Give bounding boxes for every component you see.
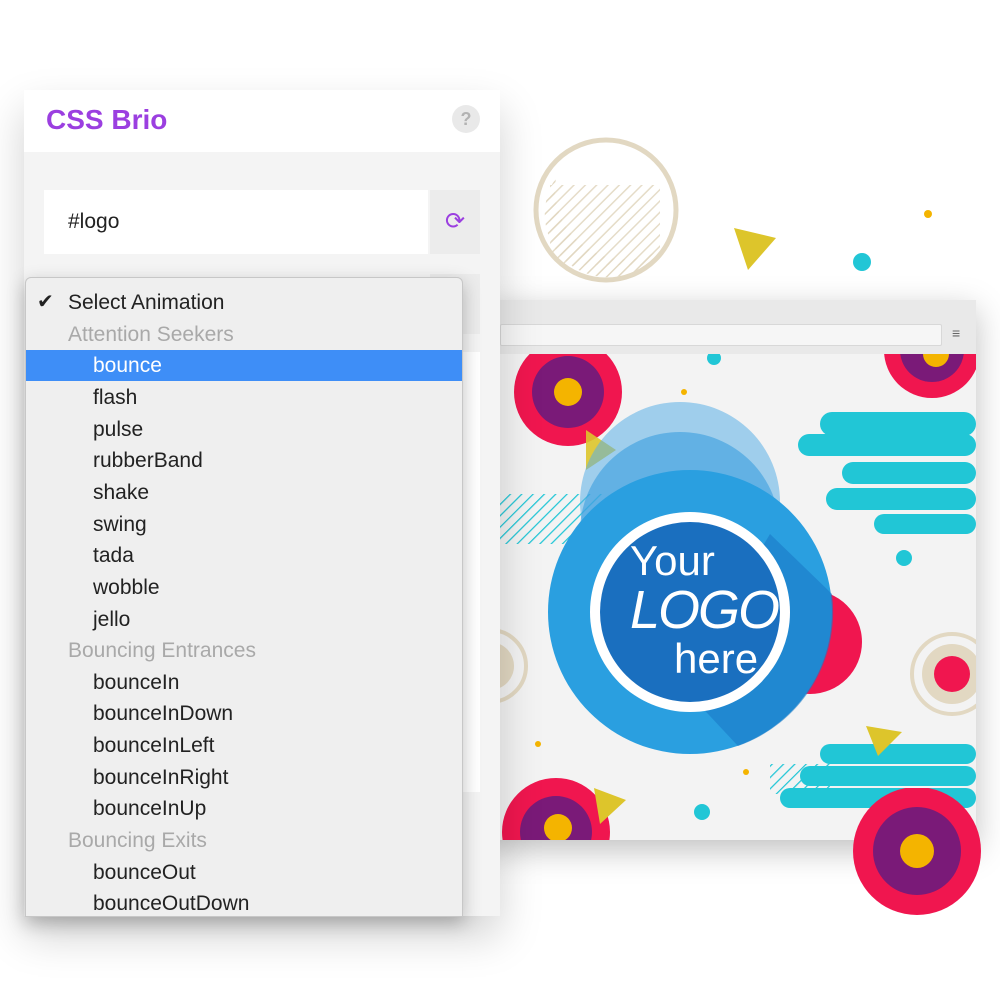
option-bounceindown[interactable]: bounceInDown [26,698,462,729]
beige-ring-right [910,632,976,716]
refresh-icon[interactable]: ⟳ [430,190,480,254]
option-shake[interactable]: shake [26,477,462,508]
option-tada[interactable]: tada [26,540,462,571]
browser-toolbar: ≡ [480,300,976,354]
option-wobble[interactable]: wobble [26,572,462,603]
animation-dropdown[interactable]: ✔ Select Animation Attention Seekers bou… [25,277,463,917]
target-bottom-right [853,788,981,915]
option-bounceinup[interactable]: bounceInUp [26,793,462,824]
help-button[interactable]: ? [452,105,480,133]
option-bounceinright[interactable]: bounceInRight [26,762,462,793]
logo-line-3: here [674,635,759,682]
target-bottom-left [502,778,610,840]
yellow-dot-top [924,210,932,218]
target-top-left [514,354,622,446]
cyan-hatch-bottom [770,764,830,794]
app-title: CSS Brio [46,104,168,135]
yellow-triangle-top [734,228,776,270]
target-top-right [884,354,976,398]
browser-address-bar[interactable] [500,324,942,346]
logo-text: Your LOGO here [630,540,790,680]
option-bounce[interactable]: bounce [26,350,462,381]
selector-input[interactable] [44,190,428,254]
option-flash[interactable]: flash [26,382,462,413]
option-swing[interactable]: swing [26,509,462,540]
option-bounceinleft[interactable]: bounceInLeft [26,730,462,761]
option-pulse[interactable]: pulse [26,414,462,445]
option-rubberband[interactable]: rubberBand [26,445,462,476]
dropdown-selected-option[interactable]: ✔ Select Animation [26,287,462,318]
option-jello[interactable]: jello [26,604,462,635]
hamburger-icon[interactable]: ≡ [952,326,966,340]
option-bounceoutdown[interactable]: bounceOutDown [26,888,462,916]
logo-line-1: Your [630,537,715,584]
optgroup-label: Bouncing Entrances [68,639,256,662]
panel-header: CSS Brio ? [24,90,500,152]
logo-line-2: LOGO [630,580,780,640]
optgroup-label: Bouncing Exits [68,829,207,852]
option-bouncein[interactable]: bounceIn [26,667,462,698]
preview-canvas: Your LOGO here [480,354,976,840]
cyan-streaks-right [798,412,976,534]
cyan-dot-top [853,253,871,271]
optgroup-label: Attention Seekers [68,323,234,346]
browser-preview: ≡ Your LOGO here [480,300,976,840]
option-bounceout[interactable]: bounceOut [26,857,462,888]
checkmark-icon: ✔ [37,291,54,313]
selected-option-label: Select Animation [68,291,225,314]
